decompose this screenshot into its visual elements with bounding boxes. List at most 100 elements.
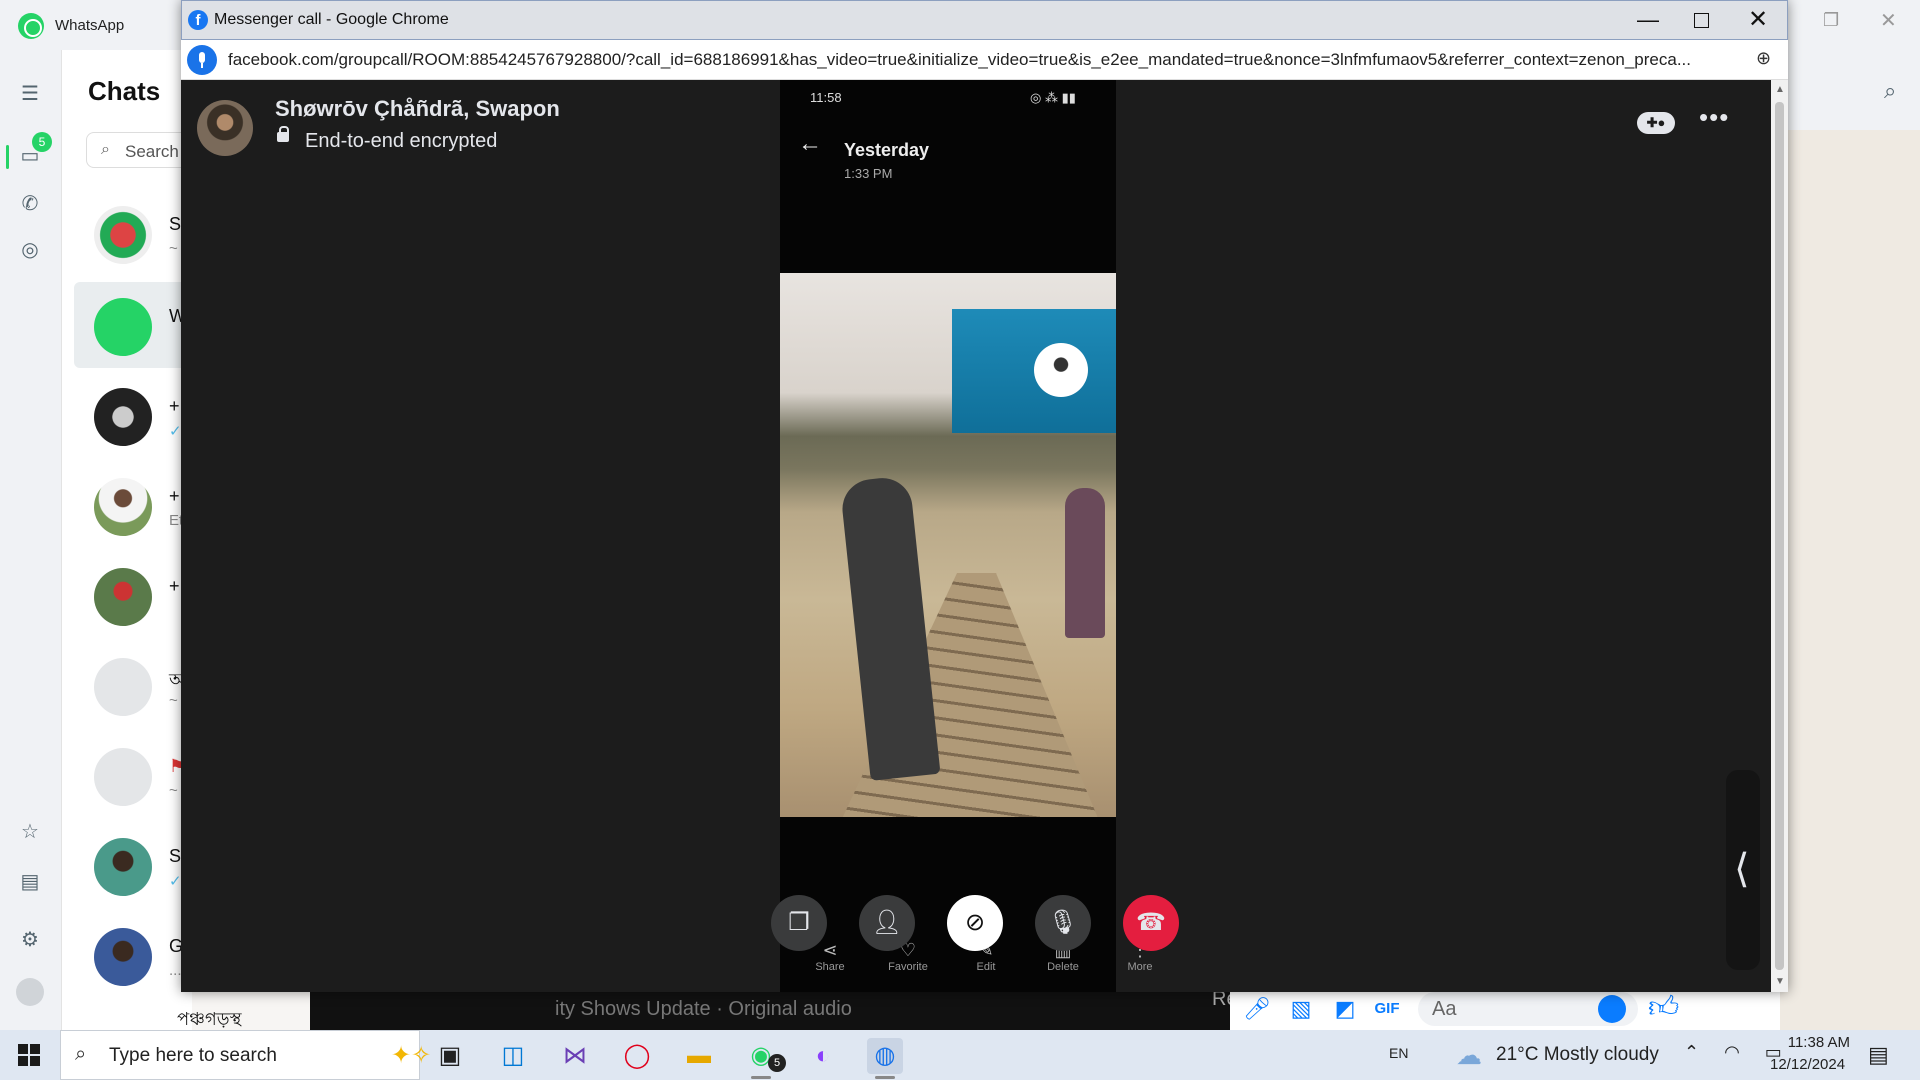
url-text[interactable]: facebook.com/groupcall/ROOM:885424576792…: [228, 50, 1748, 70]
avatar: [94, 478, 152, 536]
sticker-icon[interactable]: ◩: [1330, 994, 1360, 1024]
taskbar-search-input[interactable]: ⌕ Type here to search ✦✧: [60, 1030, 431, 1080]
share-screen-button[interactable]: ❐: [771, 895, 827, 951]
clock-date[interactable]: 12/12/2024: [1770, 1056, 1845, 1073]
avatar: [94, 838, 152, 896]
scroll-up-icon[interactable]: ▲: [1775, 84, 1785, 95]
emoji-icon[interactable]: [1598, 995, 1626, 1023]
chat-preview: ~: [169, 692, 178, 709]
call-stage: Shøwrōv Çhåñdrã, Swapon End-to-end encry…: [181, 80, 1771, 992]
self-avatar: [1034, 343, 1088, 397]
shared-screen: 11:58 ◎ ⁂ ▮▮ ← Yesterday 1:33 PM: [780, 80, 1116, 992]
action-label: More: [1127, 961, 1153, 973]
message-placeholder: Aa: [1432, 998, 1457, 1020]
profile-avatar[interactable]: [16, 978, 44, 1006]
like-icon[interactable]: 👍︎: [1648, 990, 1679, 1026]
self-view-tile: [952, 309, 1116, 433]
avatar: [94, 206, 152, 264]
status-icon[interactable]: ◎: [16, 236, 44, 264]
language-indicator[interactable]: EN: [1389, 1045, 1408, 1061]
end-call-button[interactable]: ☎︎: [1123, 895, 1179, 951]
search-icon[interactable]: ⌕: [1884, 78, 1896, 104]
search-icon: ⌕: [101, 141, 110, 158]
messenger-composer: 🎤︎ ▧ ◩ GIF Aa 👍︎: [1230, 988, 1780, 1030]
avatar: [94, 388, 152, 446]
whatsapp-logo-icon: [18, 13, 44, 39]
address-bar[interactable]: facebook.com/groupcall/ROOM:885424576792…: [181, 40, 1788, 80]
menu-icon[interactable]: ☰: [16, 80, 44, 108]
weather-text[interactable]: 21°C Mostly cloudy: [1496, 1044, 1659, 1066]
opera-icon[interactable]: ◯: [619, 1038, 655, 1074]
windows-start-icon[interactable]: [18, 1044, 40, 1066]
search-placeholder: Search: [125, 142, 179, 161]
group-avatar: [94, 658, 152, 716]
clock-time[interactable]: 11:38 AM: [1780, 1034, 1850, 1051]
calls-icon[interactable]: ✆: [16, 190, 44, 218]
microphone-active-icon[interactable]: [187, 45, 217, 75]
task-view-icon[interactable]: ▣: [432, 1038, 468, 1074]
chat-preview: ~: [169, 240, 178, 257]
gif-icon[interactable]: GIF: [1372, 994, 1402, 1024]
restore-icon[interactable]: ❐: [1823, 10, 1839, 31]
minimize-button[interactable]: —: [1637, 7, 1659, 33]
unread-badge: 5: [32, 132, 52, 152]
windows-taskbar: ⌕ Type here to search ✦✧ ▣ ◫ ⋈ ◯ ▬ ◉ ◐ ◍…: [0, 1030, 1920, 1080]
cloud-icon: ☁: [1456, 1040, 1482, 1070]
chat-name: +: [169, 486, 180, 506]
action-label: Share: [815, 961, 845, 973]
whatsapp-taskbar-badge: 5: [768, 1054, 786, 1072]
avatar: [94, 568, 152, 626]
status-bar-icons: ◎ ⁂ ▮▮: [1030, 90, 1076, 105]
chat-name: +: [169, 576, 180, 596]
action-label: Favorite: [888, 961, 928, 973]
date-label: Yesterday: [844, 140, 930, 160]
conversation-header: ⌕: [1780, 50, 1920, 130]
screen-share-icon: ❐: [788, 909, 810, 936]
microphone-icon[interactable]: 🎤︎: [1242, 994, 1272, 1024]
camera-off-button[interactable]: ⊘: [947, 895, 1003, 951]
visual-studio-icon[interactable]: ⋈: [557, 1038, 593, 1074]
encryption-label: End-to-end encrypted: [305, 130, 498, 152]
maximize-button[interactable]: [1694, 13, 1709, 28]
status-bar-time: 11:58: [810, 90, 842, 105]
chrome-call-window: f Messenger call - Google Chrome — ✕ fac…: [181, 0, 1788, 992]
search-icon: ⌕: [75, 1043, 87, 1065]
scroll-down-icon[interactable]: ▼: [1775, 976, 1785, 987]
scrollbar[interactable]: ▲ ▼: [1771, 80, 1788, 992]
add-people-button[interactable]: 👤︎: [859, 895, 915, 951]
mute-button[interactable]: 🎙︎: [1035, 895, 1091, 951]
file-explorer-icon[interactable]: ▬: [681, 1038, 717, 1074]
action-label: Edit: [976, 961, 996, 973]
messenger-icon[interactable]: ◐: [805, 1038, 841, 1074]
scrollbar-thumb[interactable]: [1775, 102, 1784, 970]
person-photographer: [839, 475, 941, 781]
person-standing: [1065, 488, 1105, 638]
avatar: [94, 928, 152, 986]
settings-icon[interactable]: ⚙: [16, 926, 44, 954]
whatsapp-nav-rail: ☰ ▭ 5 ✆ ◎ ☆ ▤ ⚙: [0, 50, 62, 1030]
reel-audio-label: ity Shows Update · Original audio: [555, 998, 852, 1020]
back-arrow-icon: ←: [798, 130, 822, 157]
games-button[interactable]: ✚●: [1637, 112, 1675, 134]
whatsapp-title: WhatsApp: [55, 17, 125, 34]
zoom-icon[interactable]: ⊕: [1756, 48, 1771, 69]
chrome-taskbar-icon[interactable]: ◍: [867, 1038, 903, 1079]
chrome-titlebar: f Messenger call - Google Chrome — ✕: [181, 0, 1788, 40]
lock-icon: [277, 126, 289, 142]
store-icon[interactable]: ◫: [495, 1038, 531, 1074]
action-label: Delete: [1047, 961, 1079, 973]
more-options-button[interactable]: •••: [1699, 102, 1729, 133]
hang-up-icon: ☎︎: [1136, 909, 1166, 936]
notification-icon[interactable]: ▤: [1868, 1042, 1889, 1068]
close-icon[interactable]: ✕: [1880, 8, 1897, 33]
close-button[interactable]: ✕: [1748, 5, 1768, 34]
starred-icon[interactable]: ☆: [16, 818, 44, 846]
chat-preview: ~: [169, 782, 178, 799]
archive-icon[interactable]: ▤: [16, 868, 44, 896]
caller-avatar: [197, 100, 253, 156]
side-panel-toggle[interactable]: ⟨: [1726, 770, 1760, 970]
image-icon[interactable]: ▧: [1286, 994, 1316, 1024]
active-indicator: [6, 145, 9, 169]
sparkle-icon[interactable]: ✦✧: [391, 1041, 431, 1070]
message-input[interactable]: Aa: [1418, 992, 1638, 1026]
